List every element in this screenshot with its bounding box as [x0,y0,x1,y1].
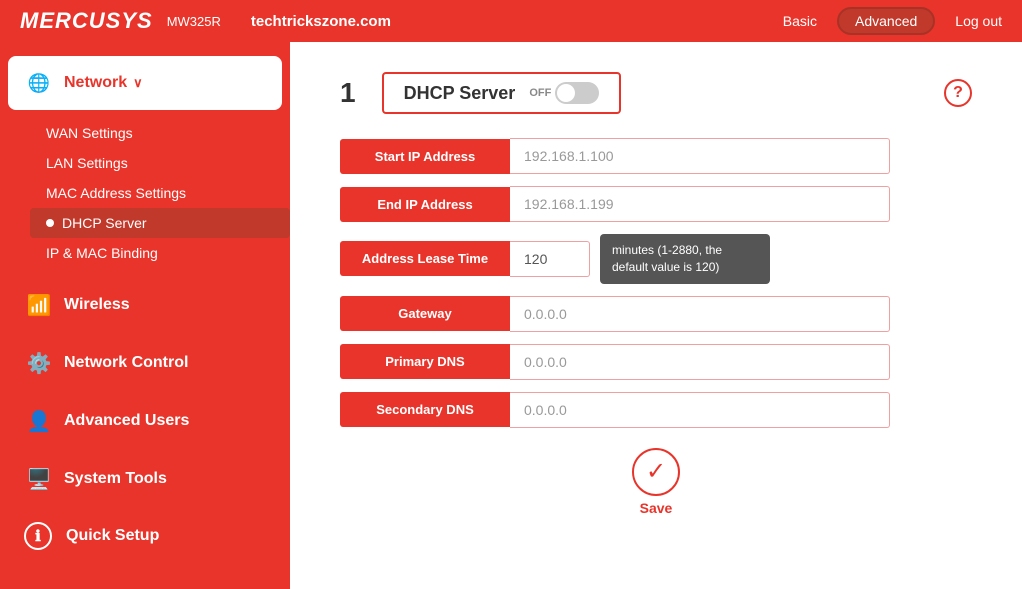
sidebar-sub-mac-label: MAC Address Settings [46,185,186,201]
sidebar-system-tools-label: System Tools [64,470,167,488]
form-row-gateway: Gateway [340,296,972,332]
label-lease-time: Address Lease Time [340,241,510,276]
save-check-icon: ✓ [646,457,666,486]
label-gateway: Gateway [340,296,510,331]
form-row-lease-time: Address Lease Time minutes (1-2880, the … [340,234,972,284]
sidebar-advanced-users-label: Advanced Users [64,412,189,430]
label-primary-dns: Primary DNS [340,344,510,379]
sidebar-sub-wan[interactable]: WAN Settings [30,118,290,148]
sidebar-item-network-control[interactable]: ⚙️ Network Control [8,336,282,390]
network-control-icon: ⚙️ [24,348,54,378]
header: MERCUSYS MW325R techtrickszone.com Basic… [0,0,1022,42]
active-dot [46,219,54,227]
label-end-ip: End IP Address [340,187,510,222]
input-lease-time[interactable] [510,241,590,277]
sidebar-item-advanced-users[interactable]: 👤 Advanced Users [8,394,282,448]
network-arrow: ∨ [133,75,143,91]
toggle-container: OFF [529,82,599,104]
sidebar-sub-ipmac[interactable]: IP & MAC Binding [30,238,290,268]
input-end-ip[interactable] [510,186,890,222]
network-sub-items: WAN Settings LAN Settings MAC Address Se… [0,114,290,272]
sidebar-item-network[interactable]: 🌐 Network ∨ [8,56,282,110]
logo-area: MERCUSYS MW325R [20,8,221,34]
sidebar-network-control-label: Network Control [64,354,188,372]
model-text: MW325R [167,14,221,29]
dhcp-toggle[interactable] [555,82,599,104]
site-name: techtrickszone.com [251,13,391,30]
form-row-secondary-dns: Secondary DNS [340,392,972,428]
form-row-end-ip: End IP Address [340,186,972,222]
content-area: 1 DHCP Server OFF ? Start IP Address End… [290,42,1022,589]
wireless-icon: 📶 [24,290,54,320]
sidebar-sub-mac[interactable]: MAC Address Settings [30,178,290,208]
nav-advanced[interactable]: Advanced [837,7,935,35]
dhcp-header: 1 DHCP Server OFF ? [340,72,972,114]
save-label: Save [640,500,673,516]
sidebar-sub-wan-label: WAN Settings [46,125,133,141]
sidebar-wireless-label: Wireless [64,296,130,314]
input-primary-dns[interactable] [510,344,890,380]
sidebar-sub-ipmac-label: IP & MAC Binding [46,245,158,261]
lease-time-tooltip: minutes (1-2880, the default value is 12… [600,234,770,284]
save-button[interactable]: ✓ [632,448,680,496]
nav-basic[interactable]: Basic [783,13,817,29]
dhcp-title-box: DHCP Server OFF [382,72,622,114]
quick-setup-icon: ℹ [24,522,52,550]
sidebar-item-wireless[interactable]: 📶 Wireless [8,278,282,332]
help-icon[interactable]: ? [944,79,972,107]
toggle-knob [557,84,575,102]
sidebar-item-system-tools[interactable]: 🖥️ System Tools [8,452,282,506]
input-start-ip[interactable] [510,138,890,174]
input-gateway[interactable] [510,296,890,332]
sidebar-item-quick-setup[interactable]: ℹ Quick Setup [8,510,282,562]
input-secondary-dns[interactable] [510,392,890,428]
save-container: ✓ Save [340,448,972,516]
sidebar: 🌐 Network ∨ WAN Settings LAN Settings MA… [0,42,290,589]
form-row-start-ip: Start IP Address [340,138,972,174]
header-nav: Basic Advanced Log out [783,7,1002,35]
label-secondary-dns: Secondary DNS [340,392,510,427]
toggle-off-label: OFF [529,87,551,99]
main-layout: 🌐 Network ∨ WAN Settings LAN Settings MA… [0,42,1022,589]
sidebar-sub-dhcp[interactable]: DHCP Server [30,208,290,238]
system-tools-icon: 🖥️ [24,464,54,494]
advanced-users-icon: 👤 [24,406,54,436]
sidebar-sub-lan[interactable]: LAN Settings [30,148,290,178]
network-section: 🌐 Network ∨ WAN Settings LAN Settings MA… [0,56,290,272]
sidebar-quick-setup-label: Quick Setup [66,527,159,545]
sidebar-sub-lan-label: LAN Settings [46,155,128,171]
network-icon: 🌐 [24,68,54,98]
label-start-ip: Start IP Address [340,139,510,174]
step-number: 1 [340,77,356,109]
form-row-primary-dns: Primary DNS [340,344,972,380]
nav-logout[interactable]: Log out [955,13,1002,29]
sidebar-sub-dhcp-label: DHCP Server [62,215,147,231]
sidebar-network-label: Network [64,74,127,92]
dhcp-title: DHCP Server [404,83,516,104]
logo-text: MERCUSYS [20,8,153,34]
